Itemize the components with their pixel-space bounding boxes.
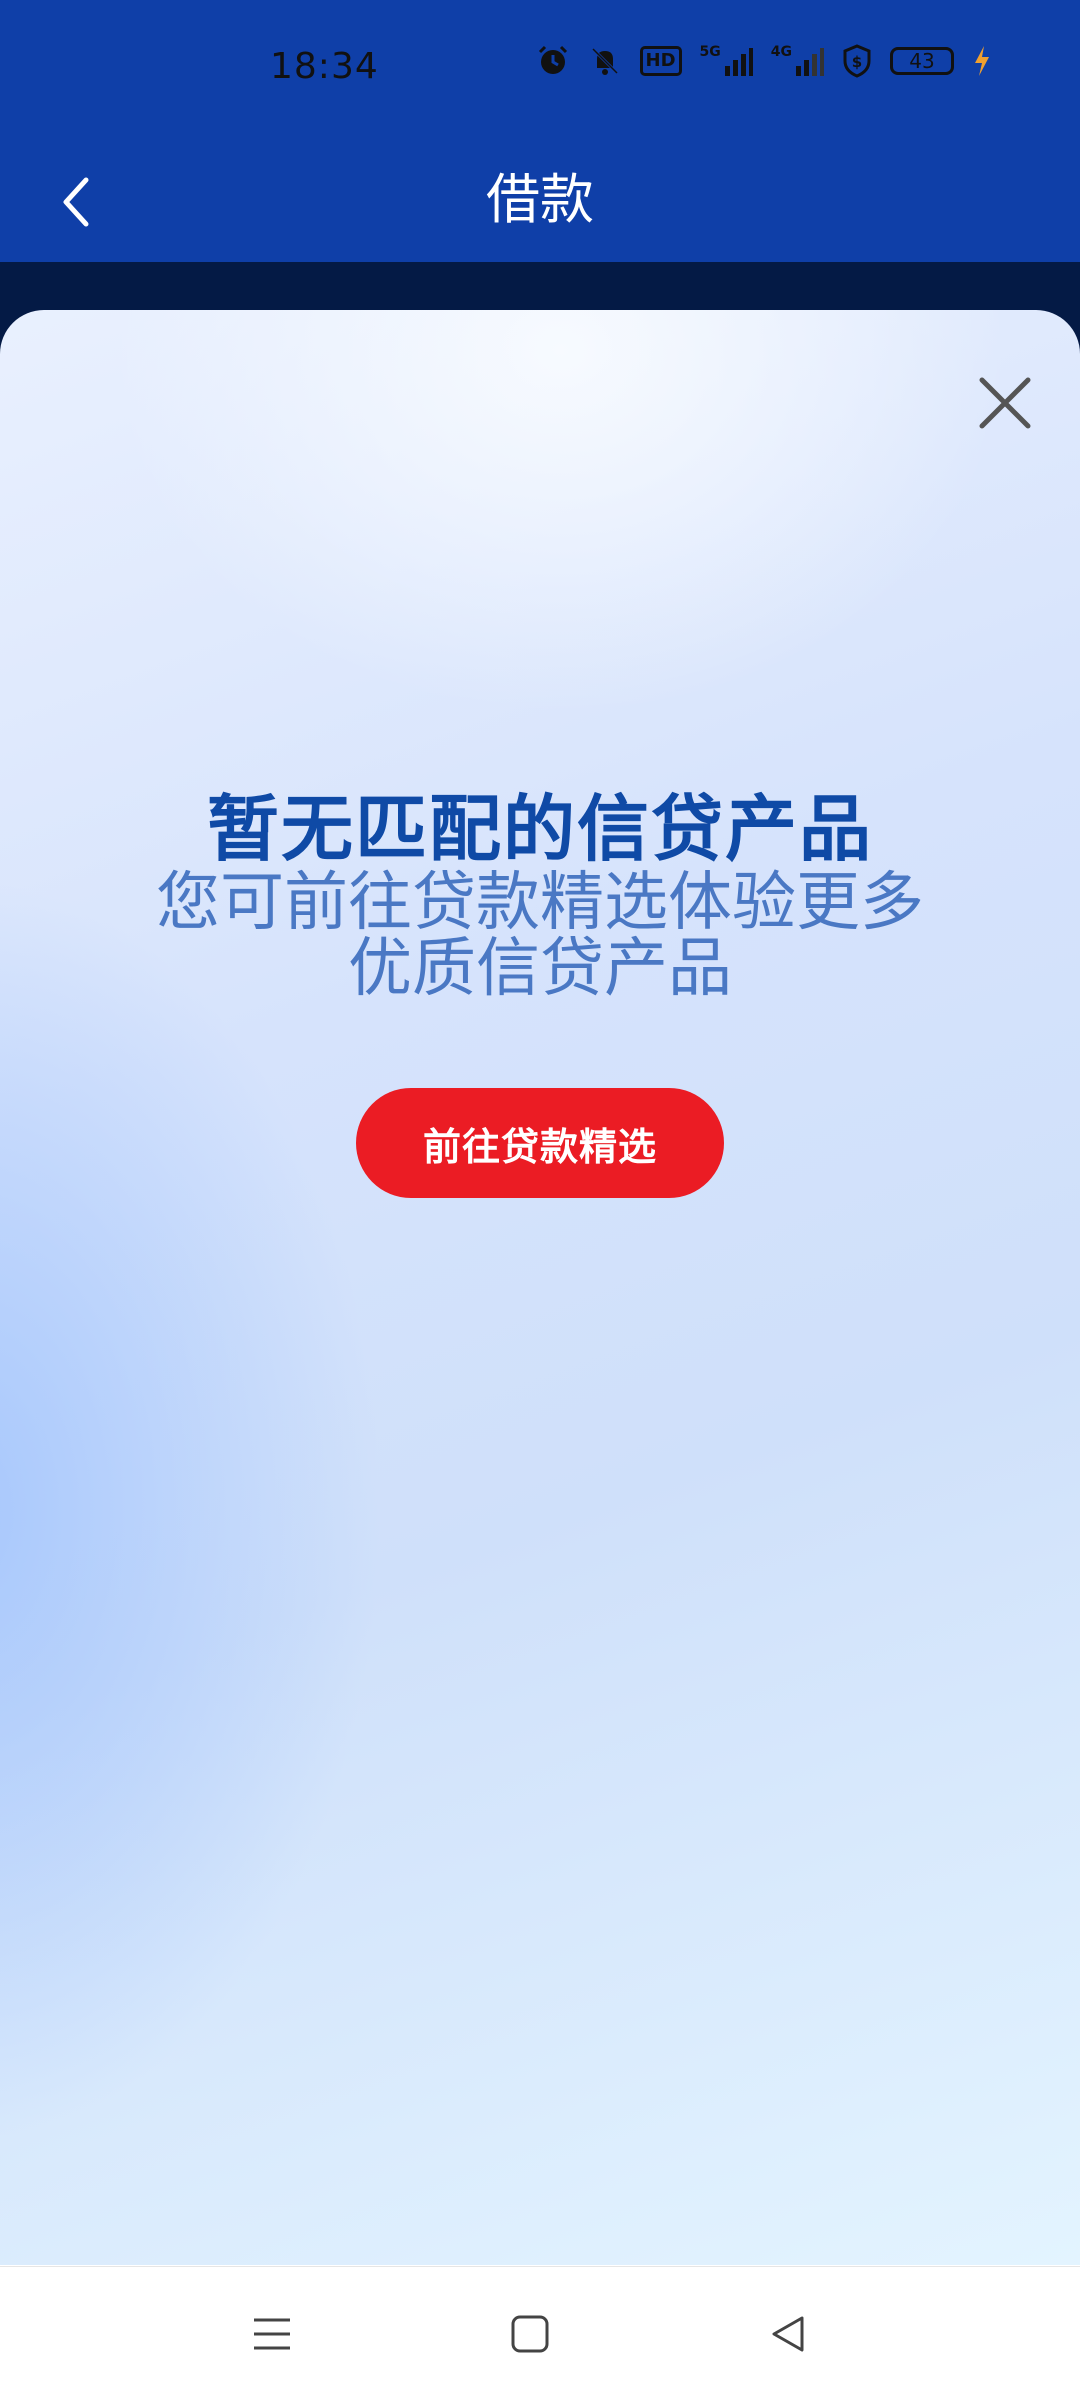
nav-back-button[interactable] — [748, 2297, 828, 2371]
net2-label: 4G — [770, 44, 792, 60]
hd-label: HD — [639, 46, 682, 76]
battery-icon: 43 — [890, 47, 954, 75]
app-header: 借款 — [0, 140, 1080, 262]
status-icons: HD 5G 4G $ 43 — [536, 44, 992, 78]
charging-icon — [972, 44, 992, 78]
alarm-icon — [536, 44, 570, 78]
mute-bell-icon — [588, 44, 622, 78]
net1-label: 5G — [699, 44, 721, 60]
nav-home-button[interactable] — [490, 2297, 570, 2371]
signal-5g-icon: 5G — [700, 44, 753, 78]
close-icon — [979, 377, 1031, 429]
app-root: 18:34 HD 5G 4G $ 43 借款 暂无匹配的信贷产品 您可前往贷款精… — [0, 0, 1080, 2400]
empty-state-modal: 暂无匹配的信贷产品 您可前往贷款精选体验更多优质信贷产品 前往贷款精选 — [0, 310, 1080, 2265]
menu-icon — [254, 2318, 290, 2350]
signal-4g-icon: 4G — [771, 44, 824, 78]
status-time: 18:34 — [270, 46, 379, 87]
system-nav-bar — [0, 2266, 1080, 2400]
close-button[interactable] — [970, 368, 1040, 438]
back-triangle-icon — [772, 2316, 804, 2352]
page-title: 借款 — [486, 168, 594, 231]
hd-icon: HD — [639, 44, 682, 78]
battery-level: 43 — [909, 49, 935, 73]
home-square-icon — [511, 2315, 549, 2353]
status-bar: 18:34 HD 5G 4G $ 43 — [0, 0, 1080, 140]
shield-dollar-icon: $ — [842, 44, 872, 78]
empty-subtitle: 您可前往贷款精选体验更多优质信贷产品 — [156, 866, 924, 1006]
go-to-loan-selection-button[interactable]: 前往贷款精选 — [356, 1088, 724, 1198]
svg-text:$: $ — [852, 53, 862, 71]
empty-title: 暂无匹配的信贷产品 — [206, 787, 873, 871]
nav-menu-button[interactable] — [232, 2297, 312, 2371]
